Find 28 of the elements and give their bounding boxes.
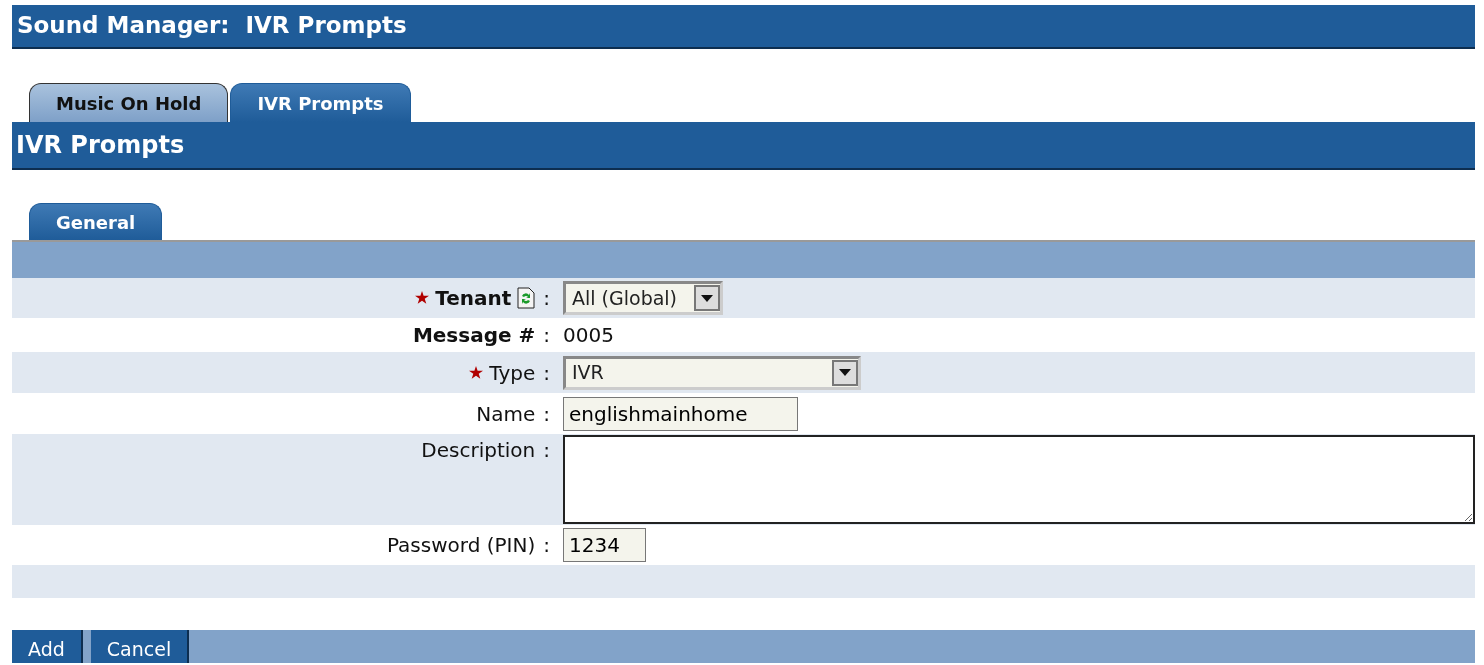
tab[interactable]: Music On Hold — [29, 83, 229, 122]
label-colon: : — [543, 360, 550, 385]
caret-icon — [694, 285, 720, 311]
field-label: Tenant — [435, 286, 512, 310]
field-label: Name — [476, 401, 536, 426]
dropdown[interactable]: All (Global) — [563, 281, 723, 315]
field-label: Type — [489, 360, 536, 385]
tab[interactable]: IVR Prompts — [230, 83, 411, 122]
field-label: Description — [421, 438, 536, 462]
label-colon: : — [543, 286, 550, 310]
refresh-icon[interactable] — [517, 287, 536, 309]
label-colon: : — [543, 323, 550, 347]
field-label: Password (PIN) — [386, 533, 536, 557]
field-label: Message # — [412, 323, 536, 347]
section-title: IVR Prompts — [16, 130, 185, 160]
field-value: 0005 — [563, 323, 614, 347]
caret-icon — [832, 359, 858, 386]
action-button[interactable]: Add — [12, 630, 83, 663]
label-colon: : — [543, 533, 550, 557]
label-colon: : — [543, 401, 550, 426]
input-field[interactable]: englishmainhome — [563, 396, 798, 431]
label-colon: : — [543, 438, 550, 462]
action-button[interactable]: Cancel — [90, 630, 190, 663]
tab[interactable]: General — [29, 203, 163, 240]
text-area[interactable] — [563, 435, 1475, 524]
page-title: Sound Manager: IVR Prompts — [17, 12, 407, 40]
dropdown[interactable]: IVR — [563, 355, 861, 390]
input-field[interactable]: 1234 — [563, 528, 646, 562]
